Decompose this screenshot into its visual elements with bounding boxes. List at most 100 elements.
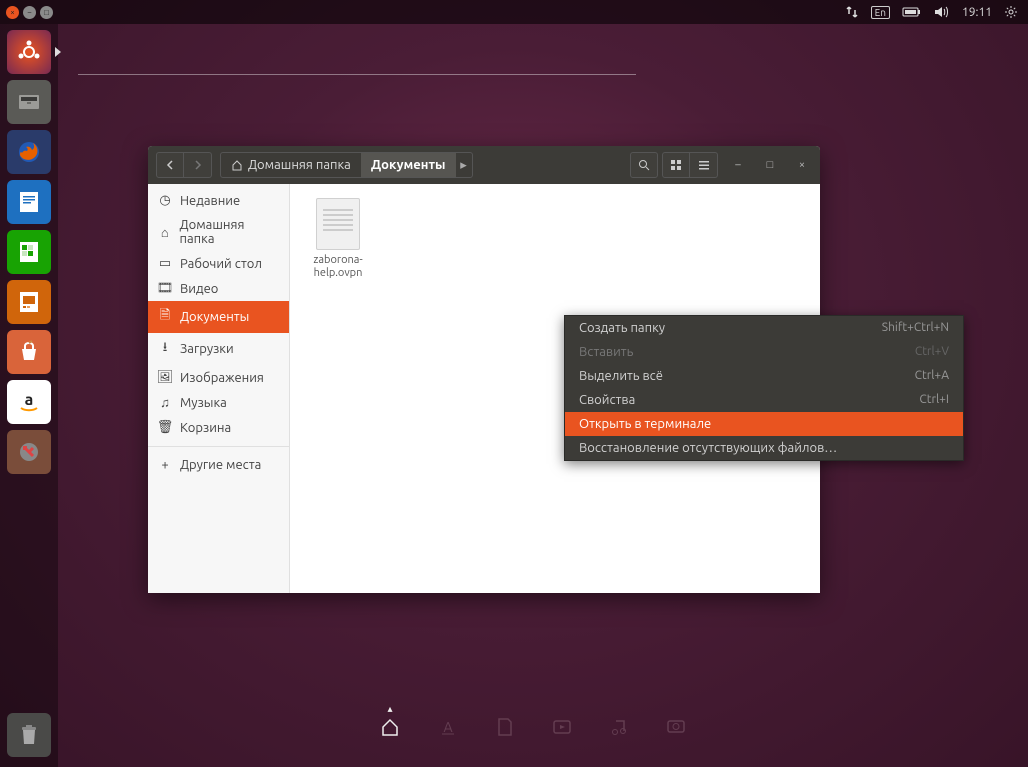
ctx-paste: Вставить Ctrl+V (565, 340, 963, 364)
sidebar-item-label: Документы (180, 310, 249, 324)
keyboard-layout-indicator[interactable]: En (871, 6, 890, 19)
ctx-shortcut: Ctrl+A (915, 369, 949, 383)
ctx-label: Вставить (579, 345, 633, 359)
breadcrumb: Домашняя папка Документы ▸ (220, 152, 473, 178)
breadcrumb-home-label: Домашняя папка (248, 158, 351, 172)
launcher-files[interactable] (7, 80, 51, 124)
sidebar-item-label: Музыка (180, 396, 227, 410)
back-button[interactable] (156, 152, 184, 178)
sidebar-item-label: Недавние (180, 194, 240, 208)
dash-lens-row: A (380, 717, 686, 737)
sidebar-item-downloads[interactable]: ⭳ Загрузки (148, 333, 289, 365)
launcher-writer[interactable] (7, 180, 51, 224)
ctx-label: Создать папку (579, 321, 665, 335)
sidebar-item-label: Другие места (180, 458, 261, 472)
ctx-new-folder[interactable]: Создать папку Shift+Ctrl+N (565, 316, 963, 340)
sidebar-item-label: Рабочий стол (180, 257, 262, 271)
document-icon: 🗎 (158, 306, 172, 328)
clock-icon: ◷ (158, 193, 172, 208)
video-icon: 🎞 (158, 281, 172, 296)
ctx-label: Восстановление отсутствующих файлов… (579, 441, 837, 455)
trash-icon: 🗑 (158, 420, 172, 435)
breadcrumb-current-label: Документы (371, 158, 446, 172)
ctx-restore-files[interactable]: Восстановление отсутствующих файлов… (565, 436, 963, 460)
network-icon[interactable] (845, 5, 859, 19)
sidebar: ◷Недавние ⌂Домашняя папка ▭Рабочий стол … (148, 184, 290, 593)
sidebar-item-documents[interactable]: 🗎 Документы (148, 301, 289, 333)
launcher-firefox[interactable] (7, 130, 51, 174)
battery-icon[interactable] (902, 6, 922, 18)
sidebar-item-trash[interactable]: 🗑 Корзина (148, 415, 289, 440)
clock[interactable]: 19:11 (962, 6, 992, 19)
ctx-open-terminal[interactable]: Открыть в терминале (565, 412, 963, 436)
launcher-dash[interactable] (7, 30, 51, 74)
sidebar-item-label: Домашняя папка (180, 218, 279, 246)
lens-apps-icon[interactable]: A (438, 717, 458, 737)
ctx-shortcut: Shift+Ctrl+N (882, 321, 949, 335)
forward-button[interactable] (184, 152, 212, 178)
sidebar-item-videos[interactable]: 🎞 Видео (148, 276, 289, 301)
desktop-icon: ▭ (158, 256, 172, 271)
sidebar-item-pictures[interactable]: 🖼 Изображения (148, 365, 289, 390)
system-tray: En 19:11 (845, 5, 1028, 19)
maximize-button[interactable]: □ (40, 6, 53, 19)
lens-photos-icon[interactable] (666, 717, 686, 737)
lens-music-icon[interactable] (610, 717, 628, 737)
sidebar-item-label: Загрузки (180, 342, 234, 356)
sidebar-item-label: Изображения (180, 371, 264, 385)
close-button[interactable]: × (6, 6, 19, 19)
launcher-settings[interactable] (7, 430, 51, 474)
titlebar: Домашняя папка Документы ▸ – □ × (148, 146, 820, 184)
gear-icon[interactable] (1004, 5, 1018, 19)
launcher-software[interactable] (7, 330, 51, 374)
launcher-calc[interactable] (7, 230, 51, 274)
lens-home-icon[interactable] (380, 717, 400, 737)
pictures-icon: 🖼 (158, 370, 172, 385)
lens-files-icon[interactable] (496, 717, 514, 737)
ctx-label: Свойства (579, 393, 635, 407)
minimize-button[interactable]: − (23, 6, 36, 19)
launcher-impress[interactable] (7, 280, 51, 324)
view-grid-button[interactable] (662, 152, 690, 178)
window-minimize[interactable]: – (726, 154, 750, 176)
window-maximize[interactable]: □ (758, 154, 782, 176)
ctx-properties[interactable]: Свойства Ctrl+I (565, 388, 963, 412)
download-icon: ⭳ (158, 338, 172, 360)
home-icon: ⌂ (158, 225, 172, 240)
breadcrumb-next[interactable]: ▸ (456, 158, 472, 173)
launcher: a (0, 24, 58, 767)
file-icon (316, 198, 360, 250)
ctx-label: Выделить всё (579, 369, 663, 383)
window-close[interactable]: × (790, 154, 814, 176)
sidebar-item-label: Видео (180, 282, 218, 296)
title-underline (78, 74, 636, 75)
ctx-select-all[interactable]: Выделить всё Ctrl+A (565, 364, 963, 388)
svg-text:a: a (25, 391, 34, 409)
sidebar-item-recent[interactable]: ◷ Недавние (148, 188, 289, 213)
home-icon (231, 159, 243, 171)
ctx-label: Открыть в терминале (579, 417, 711, 431)
search-button[interactable] (630, 152, 658, 178)
breadcrumb-home[interactable]: Домашняя папка (221, 153, 361, 177)
music-icon: ♫ (158, 395, 172, 410)
launcher-trash[interactable] (7, 713, 51, 757)
file-name: zaborona-help.ovpn (304, 254, 372, 280)
top-panel: × − □ En 19:11 (0, 0, 1028, 24)
window-controls: × − □ (0, 6, 53, 19)
view-list-button[interactable] (690, 152, 718, 178)
sidebar-item-other[interactable]: + Другие места (148, 453, 289, 477)
sidebar-item-home[interactable]: ⌂ Домашняя папка (148, 213, 289, 251)
file-item[interactable]: zaborona-help.ovpn (304, 198, 372, 280)
lens-video-icon[interactable] (552, 717, 572, 737)
context-menu: Создать папку Shift+Ctrl+N Вставить Ctrl… (564, 315, 964, 461)
plus-icon: + (158, 458, 172, 472)
breadcrumb-current[interactable]: Документы (361, 153, 456, 177)
nav-buttons (156, 152, 212, 178)
sidebar-item-label: Корзина (180, 421, 231, 435)
launcher-amazon[interactable]: a (7, 380, 51, 424)
sidebar-item-music[interactable]: ♫ Музыка (148, 390, 289, 415)
ctx-shortcut: Ctrl+V (915, 345, 949, 359)
sidebar-item-desktop[interactable]: ▭ Рабочий стол (148, 251, 289, 276)
svg-text:A: A (443, 719, 452, 735)
volume-icon[interactable] (934, 5, 950, 19)
